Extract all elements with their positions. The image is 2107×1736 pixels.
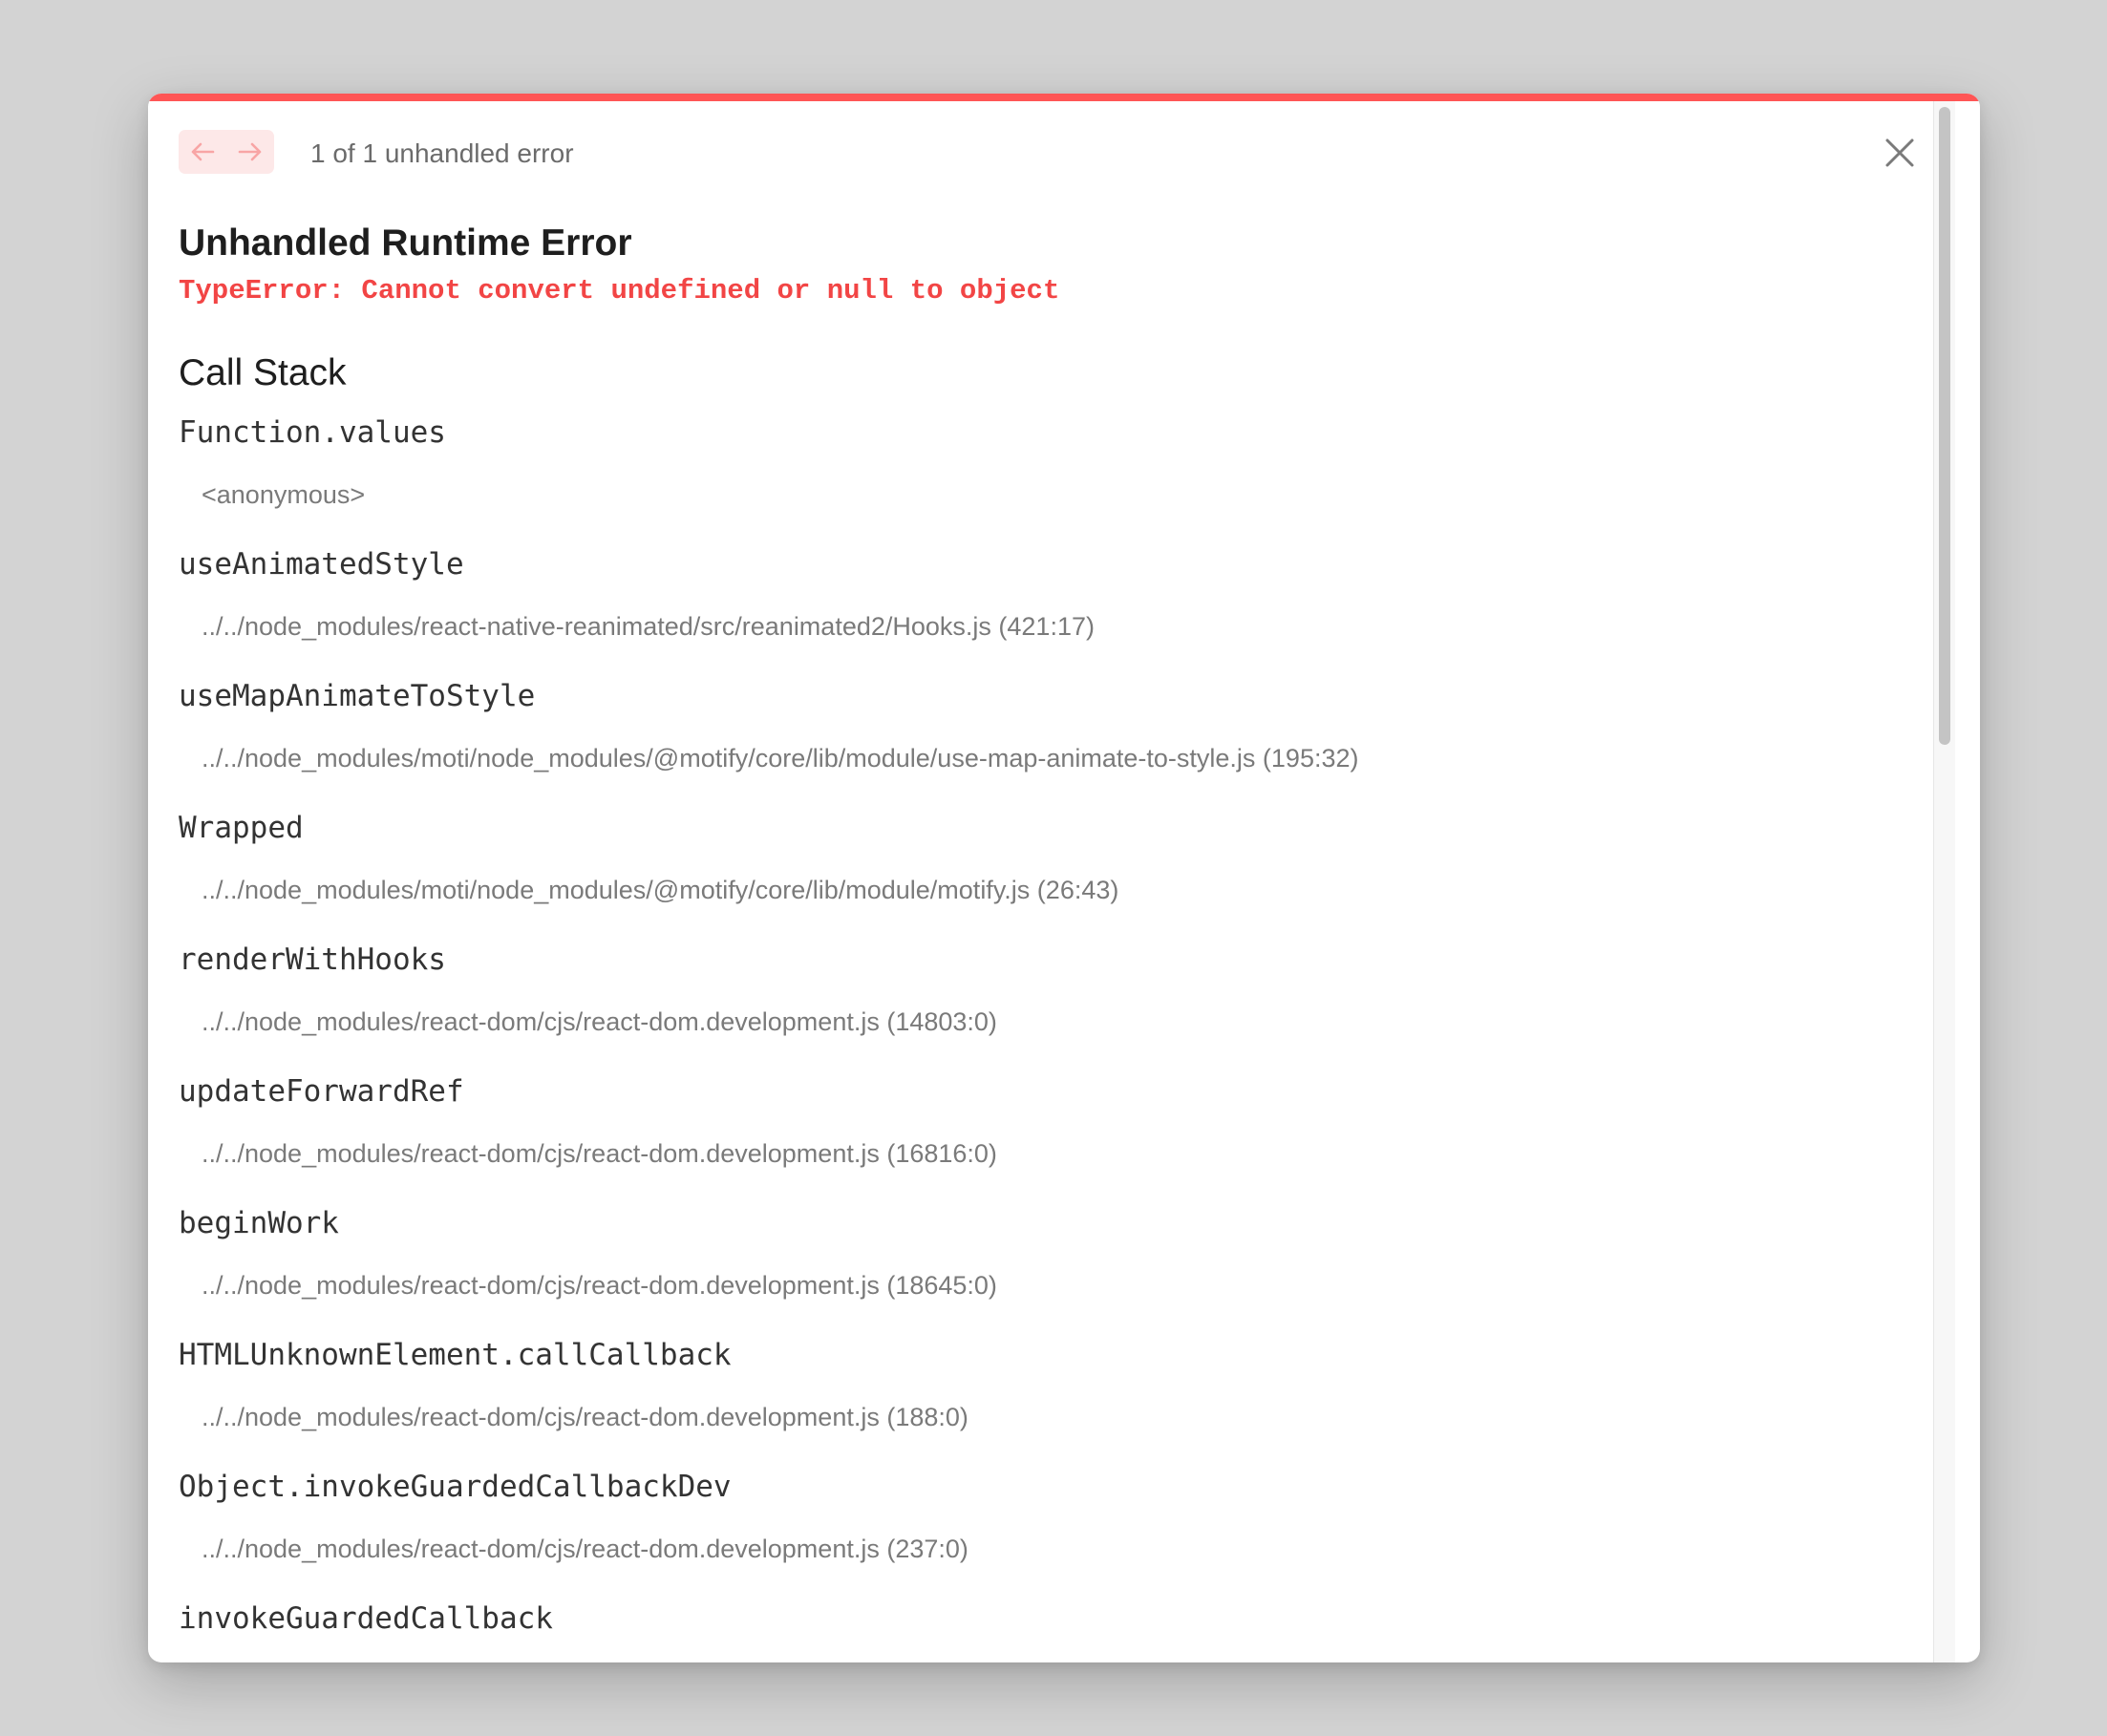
call-stack-frame[interactable]: updateForwardRef ../../node_modules/react… bbox=[179, 1073, 1898, 1205]
frame-function-name: Function.values bbox=[179, 415, 446, 450]
frame-source-location[interactable]: ../../node_modules/react-dom/cjs/react-d… bbox=[202, 1138, 997, 1169]
error-accent-bar bbox=[148, 94, 1980, 101]
frame-source-location[interactable]: ../../node_modules/react-dom/cjs/react-d… bbox=[202, 1402, 968, 1432]
close-button[interactable] bbox=[1881, 136, 1919, 174]
error-count: 1 of 1 unhandled error bbox=[310, 138, 574, 168]
call-stack-frame[interactable]: HTMLUnknownElement.callCallback ../../nod… bbox=[179, 1337, 1898, 1469]
error-title: Unhandled Runtime Error bbox=[179, 222, 632, 264]
call-stack-frame[interactable]: renderWithHooks ../../node_modules/react-… bbox=[179, 942, 1898, 1073]
frame-source-location[interactable]: ../../node_modules/react-dom/cjs/react-d… bbox=[202, 1534, 968, 1564]
call-stack-frame[interactable]: Function.values <anonymous> bbox=[179, 414, 1898, 546]
frame-function-name: beginWork bbox=[179, 1206, 339, 1240]
frame-function-name: updateForwardRef bbox=[179, 1074, 464, 1109]
frame-source-location[interactable]: <anonymous> bbox=[202, 479, 365, 510]
frame-function-name: invokeGuardedCallback bbox=[179, 1601, 553, 1636]
frame-function-name: useAnimatedStyle bbox=[179, 547, 464, 582]
scrollbar-track[interactable] bbox=[1933, 101, 1955, 1662]
next-error-button[interactable] bbox=[226, 130, 274, 174]
frame-function-name: HTMLUnknownElement.callCallback bbox=[179, 1338, 732, 1372]
previous-error-button[interactable] bbox=[179, 130, 226, 174]
error-overlay-dialog: 1 of 1 unhandled error Unhandled Runtime… bbox=[148, 94, 1980, 1662]
frame-function-name: useMapAnimateToStyle bbox=[179, 679, 536, 713]
error-message: TypeError: Cannot convert undefined or n… bbox=[179, 275, 1060, 307]
frame-source-location[interactable]: ../../node_modules/moti/node_modules/@mo… bbox=[202, 743, 1358, 773]
arrow-left-icon bbox=[190, 141, 215, 162]
scrollbar-thumb[interactable] bbox=[1939, 107, 1950, 745]
call-stack-frame[interactable]: useAnimatedStyle ../../node_modules/react… bbox=[179, 546, 1898, 678]
call-stack-frame[interactable]: Object.invokeGuardedCallbackDev ../../nod… bbox=[179, 1469, 1898, 1600]
call-stack-frame[interactable]: Wrapped ../../node_modules/moti/node_modu… bbox=[179, 810, 1898, 942]
frame-function-name: Object.invokeGuardedCallbackDev bbox=[179, 1470, 732, 1504]
arrow-right-icon bbox=[238, 141, 263, 162]
frame-function-name: Wrapped bbox=[179, 811, 304, 845]
call-stack-list: Function.values <anonymous> useAnimatedSty… bbox=[179, 414, 1898, 1662]
frame-source-location[interactable]: ../../node_modules/react-native-reanimat… bbox=[202, 611, 1095, 642]
frame-source-location[interactable]: ../../node_modules/react-dom/cjs/react-d… bbox=[202, 1006, 997, 1037]
dialog-content: 1 of 1 unhandled error Unhandled Runtime… bbox=[179, 101, 1932, 1662]
call-stack-frame[interactable]: invokeGuardedCallback bbox=[179, 1600, 1898, 1662]
frame-function-name: renderWithHooks bbox=[179, 942, 446, 977]
call-stack-frame[interactable]: beginWork ../../node_modules/react-dom/cj… bbox=[179, 1205, 1898, 1337]
call-stack-title: Call Stack bbox=[179, 352, 347, 393]
dialog-header: 1 of 1 unhandled error bbox=[179, 101, 1932, 206]
call-stack-frame[interactable]: useMapAnimateToStyle ../../node_modules/m… bbox=[179, 678, 1898, 810]
error-pagination bbox=[179, 130, 274, 174]
frame-source-location[interactable]: ../../node_modules/moti/node_modules/@mo… bbox=[202, 875, 1118, 905]
frame-source-location[interactable]: ../../node_modules/react-dom/cjs/react-d… bbox=[202, 1270, 997, 1301]
close-icon bbox=[1884, 137, 1916, 174]
